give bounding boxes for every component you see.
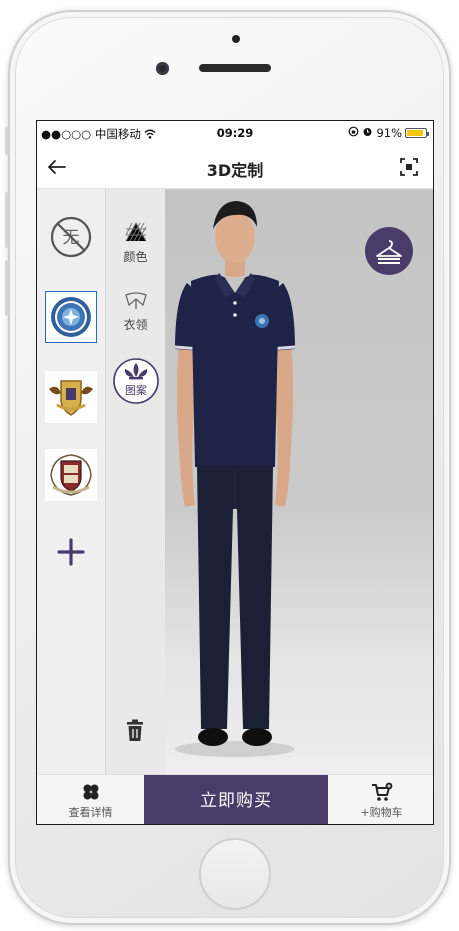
fullscreen-icon[interactable] [399, 157, 419, 177]
option-collar-label: 衣领 [123, 318, 148, 332]
fleur-de-lis-icon: 图案 [112, 358, 159, 404]
logo-option-blue-seal[interactable] [45, 291, 97, 343]
collar-icon [124, 292, 147, 309]
mute-switch [5, 127, 9, 155]
option-pattern-label: 图案 [125, 383, 147, 397]
view-details-button[interactable]: 查看详情 [37, 775, 144, 824]
battery-fill [407, 130, 424, 136]
nav-bar: 3D定制 [37, 145, 433, 189]
orientation-lock-icon [348, 126, 359, 140]
cart-plus-icon [371, 782, 392, 801]
option-pattern[interactable]: 图案 [106, 357, 165, 408]
wardrobe-button[interactable] [365, 227, 413, 275]
screen: ●●○○○ 中国移动 09:29 91% 3D定制 颜色 衣领 图案 查看详情 … [36, 120, 434, 825]
battery-percent: 91% [376, 126, 402, 140]
no-logo-icon: 无 [50, 216, 92, 258]
alarm-icon [362, 126, 373, 140]
battery-icon [405, 128, 429, 138]
status-bar: ●●○○○ 中国移动 09:29 91% [37, 121, 433, 145]
shield-crest-logo-icon [50, 454, 92, 496]
color-swatch-icon [125, 221, 146, 242]
proximity-sensor [232, 35, 240, 43]
earpiece-speaker [199, 64, 271, 72]
option-color[interactable]: 颜色 [106, 221, 165, 265]
option-collar[interactable]: 衣领 [106, 291, 165, 333]
clover-icon [83, 784, 98, 800]
add-to-cart-button[interactable]: +购物车 [328, 775, 433, 824]
add-to-cart-label: +购物车 [360, 806, 403, 819]
hanger-icon [376, 240, 402, 264]
home-button[interactable] [199, 838, 271, 910]
trash-icon[interactable] [125, 719, 145, 743]
option-color-label: 颜色 [123, 250, 148, 264]
option-menu: 颜色 衣领 图案 [106, 189, 165, 774]
volume-down-button [5, 260, 9, 316]
bottom-bar: 查看详情 立即购买 +购物车 [37, 774, 433, 824]
add-logo-icon[interactable] [54, 535, 88, 569]
logo-option-gold-crest[interactable] [45, 371, 97, 423]
logo-option-none[interactable]: 无 [45, 211, 97, 263]
view-details-label: 查看详情 [68, 806, 113, 819]
status-right-group: 91% [348, 126, 429, 140]
model-viewer[interactable] [165, 189, 433, 774]
gold-crest-logo-icon [49, 380, 93, 416]
logo-option-shield-crest[interactable] [45, 449, 97, 501]
3d-model-figure [174, 201, 296, 757]
buy-now-button[interactable]: 立即购买 [144, 775, 328, 824]
logo-picker: 无 [37, 189, 106, 774]
page-title: 3D定制 [206, 161, 264, 180]
blue-seal-logo-icon [51, 297, 91, 337]
volume-up-button [5, 192, 9, 248]
front-camera [156, 62, 169, 75]
